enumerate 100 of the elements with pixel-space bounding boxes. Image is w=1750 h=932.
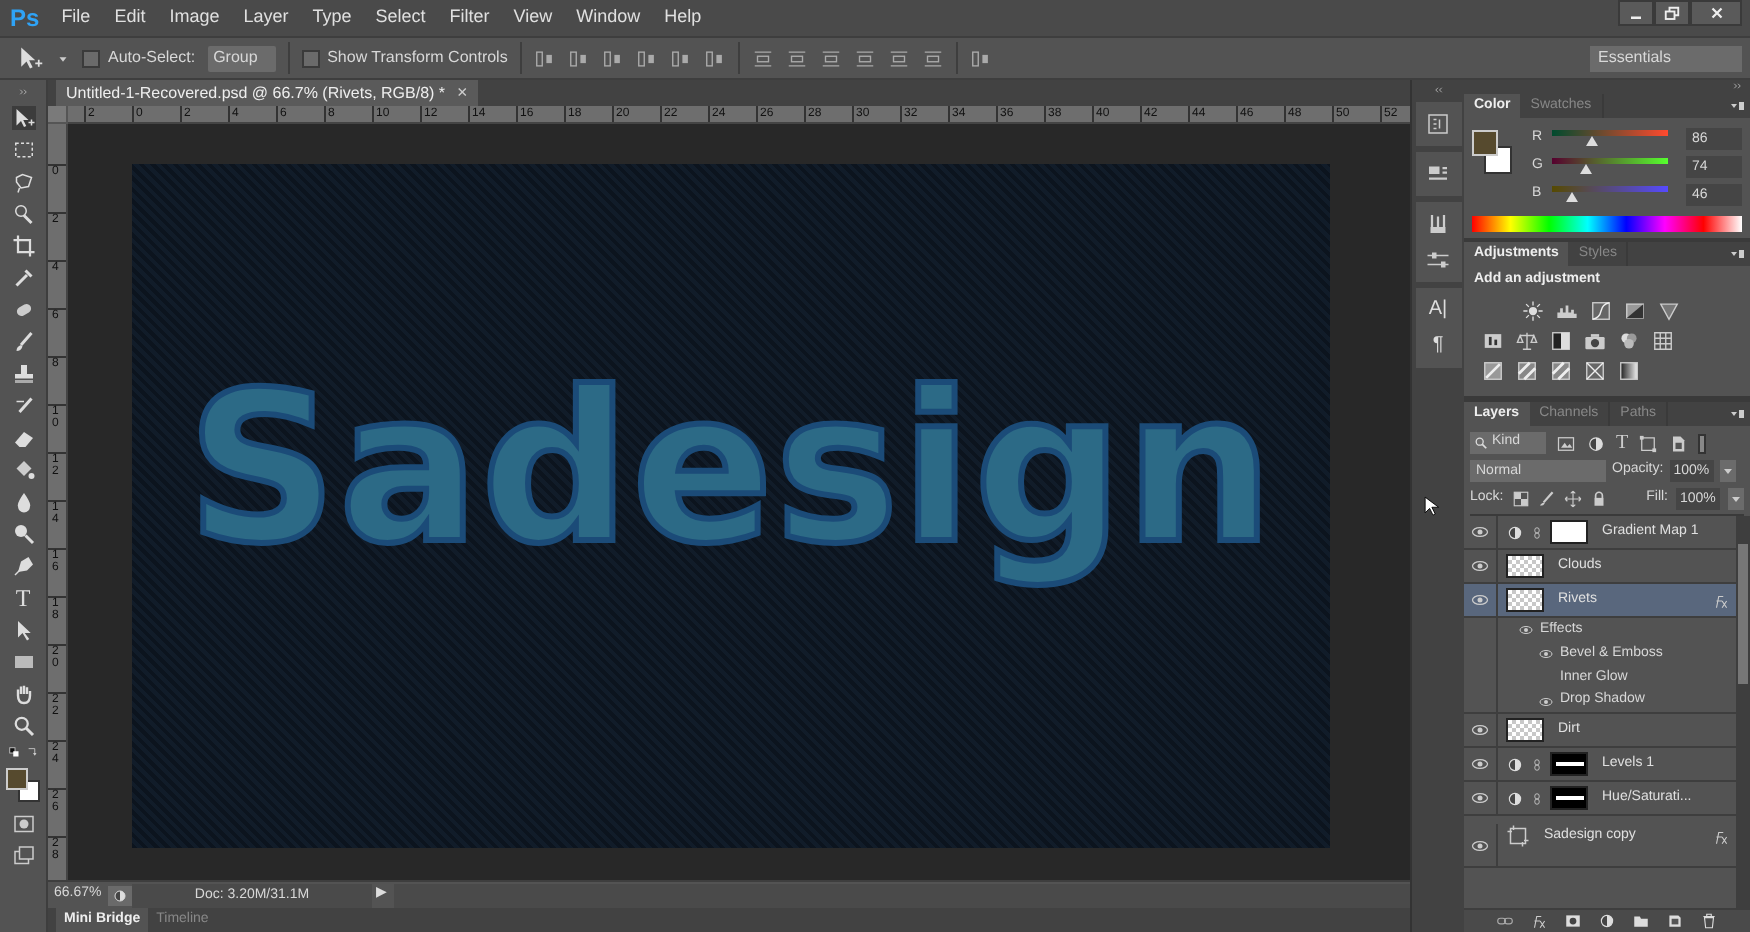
default-colors-icon[interactable]	[7, 746, 21, 760]
smart-filter-icon[interactable]	[1668, 433, 1689, 453]
magnifier-icon[interactable]	[11, 522, 35, 546]
diagonal-square-icon[interactable]	[1482, 359, 1504, 381]
move-lock-icon[interactable]	[1563, 490, 1582, 508]
cross-square-icon[interactable]	[1584, 359, 1606, 381]
align-icon[interactable]	[567, 47, 590, 69]
align-icon[interactable]	[669, 47, 692, 69]
hand-icon[interactable]	[11, 682, 35, 706]
align-icon[interactable]	[601, 47, 624, 69]
panel-menu-icon[interactable]	[1728, 246, 1746, 262]
menu-item[interactable]: File	[49, 4, 103, 32]
distribute-icon[interactable]	[751, 47, 774, 69]
color-slider[interactable]	[1552, 128, 1668, 148]
zoom-icon[interactable]	[11, 714, 35, 738]
menu-item[interactable]: Type	[300, 4, 364, 32]
history-brush-icon[interactable]	[11, 394, 35, 418]
menu-item[interactable]: View	[501, 4, 565, 32]
document-tab[interactable]: Untitled-1-Recovered.psd @ 66.7% (Rivets, RGB/8) * ×	[56, 80, 478, 106]
menu-item[interactable]: Image	[157, 4, 232, 32]
close-icon[interactable]	[1707, 4, 1725, 22]
crop-icon[interactable]	[11, 234, 35, 258]
brush-icon[interactable]	[11, 330, 35, 354]
checkbox[interactable]	[301, 49, 320, 67]
circles-icon[interactable]	[1618, 329, 1640, 351]
dashed-square-icon[interactable]	[11, 138, 35, 162]
arrow-cross-icon[interactable]	[16, 44, 44, 72]
history-icon[interactable]	[1426, 112, 1450, 136]
menu-item[interactable]: Edit	[102, 4, 158, 32]
swap-icon[interactable]	[25, 746, 39, 760]
color-slider[interactable]	[1552, 156, 1668, 176]
color-swatches-drawing[interactable]	[5, 768, 41, 804]
scales-icon[interactable]	[1516, 329, 1538, 351]
slider-thumb[interactable]	[1585, 136, 1598, 146]
distribute-icon[interactable]	[853, 47, 876, 69]
stamp-icon[interactable]	[11, 362, 35, 386]
eraser-icon[interactable]	[11, 426, 35, 450]
type-filter[interactable]: T	[1616, 433, 1629, 453]
distribute-icon[interactable]	[785, 47, 808, 69]
color-spectrum-bar[interactable]	[1472, 216, 1742, 232]
padlock-icon[interactable]	[1589, 490, 1608, 508]
distribute-icon[interactable]	[819, 47, 842, 69]
distribute-icon[interactable]	[887, 47, 910, 69]
lasso-icon[interactable]	[11, 170, 35, 194]
striped-square-icon[interactable]	[1516, 359, 1538, 381]
align-icon[interactable]	[635, 47, 658, 69]
menu-item[interactable]: Layer	[231, 4, 301, 32]
panel-menu-icon[interactable]	[1728, 406, 1746, 422]
scrollbar[interactable]	[1736, 516, 1750, 908]
rectangle-icon[interactable]	[11, 650, 35, 674]
folder-icon[interactable]	[1632, 912, 1650, 930]
shape-filter-icon[interactable]	[1638, 433, 1659, 453]
properties-icon[interactable]	[1426, 162, 1450, 186]
checker-icon[interactable]	[1511, 490, 1530, 508]
mask-icon[interactable]	[1564, 912, 1582, 930]
curves-icon[interactable]	[1590, 299, 1612, 321]
color-slider[interactable]	[1552, 184, 1668, 204]
caret-icon[interactable]	[56, 51, 70, 65]
restore-icon[interactable]	[1662, 3, 1682, 23]
screens-icon[interactable]	[11, 844, 35, 868]
filter-toggle[interactable]	[1698, 433, 1707, 453]
color-swatches-drawing[interactable]	[1472, 130, 1516, 174]
slider-thumb[interactable]	[1566, 192, 1579, 202]
bars-square-icon[interactable]	[1482, 329, 1504, 351]
type-tool[interactable]: T	[15, 586, 31, 610]
paragraph-panel-glyph[interactable]: ¶	[1432, 334, 1444, 358]
checkbox[interactable]	[82, 49, 100, 67]
fx-icon[interactable]	[1530, 912, 1548, 930]
sliders-icon[interactable]	[1426, 248, 1450, 272]
slider-thumb[interactable]	[1579, 164, 1592, 174]
brushes-icon[interactable]	[1426, 212, 1450, 236]
triangle-icon[interactable]	[1658, 299, 1680, 321]
new-page-icon[interactable]	[1666, 912, 1684, 930]
trash-icon[interactable]	[1700, 912, 1718, 930]
link-icon[interactable]	[1496, 912, 1514, 930]
group-dropdown[interactable]: Group	[207, 45, 276, 71]
camera-icon[interactable]	[1584, 329, 1606, 351]
menu-item[interactable]: Select	[363, 4, 438, 32]
brush-lock-icon[interactable]	[1537, 490, 1556, 508]
menu-item[interactable]: Help	[652, 4, 714, 32]
quick-mask-icon[interactable]	[11, 812, 35, 836]
panel-menu-icon[interactable]	[1728, 98, 1746, 114]
menu-item[interactable]: Window	[564, 4, 653, 32]
split-square-icon[interactable]	[1550, 329, 1572, 351]
striped-square-icon[interactable]	[1550, 359, 1572, 381]
half-circle-icon[interactable]	[1598, 912, 1616, 930]
sun-icon[interactable]	[1522, 299, 1544, 321]
bucket-icon[interactable]	[11, 458, 35, 482]
align-icon[interactable]	[533, 47, 556, 69]
arrow-cross-icon[interactable]	[11, 106, 35, 130]
half-circle-icon[interactable]	[112, 887, 128, 903]
pen-icon[interactable]	[11, 554, 35, 578]
character-panel-glyph[interactable]: A|	[1428, 298, 1448, 322]
grid-icon[interactable]	[1652, 329, 1674, 351]
distribute-icon[interactable]	[921, 47, 944, 69]
align-icon[interactable]	[969, 47, 992, 69]
close-glyph[interactable]: ×	[457, 84, 468, 102]
eyedropper-icon[interactable]	[11, 266, 35, 290]
align-icon[interactable]	[703, 47, 726, 69]
caret-icon[interactable]	[1728, 488, 1744, 510]
